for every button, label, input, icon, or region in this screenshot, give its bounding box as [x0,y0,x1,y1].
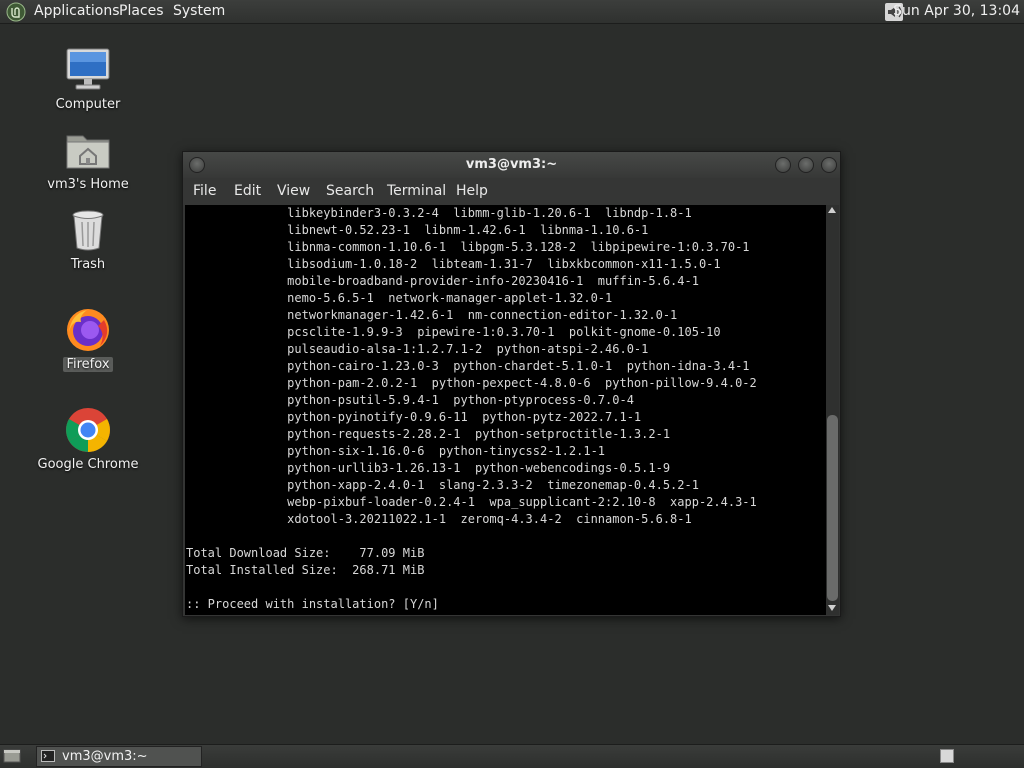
menu-edit[interactable]: Edit [234,183,261,199]
terminal-line: pcsclite-1.9.9-3 pipewire-1:0.3.70-1 pol… [186,325,721,339]
terminal-icon [41,750,55,762]
scrollbar-thumb[interactable] [827,415,838,601]
window-title: vm3@vm3:~ [465,157,558,172]
terminal-line: webp-pixbuf-loader-0.2.4-1 wpa_supplican… [186,495,757,509]
window-titlebar[interactable]: vm3@vm3:~ [183,152,840,178]
terminal-window[interactable]: vm3@vm3:~ File Edit View Search Terminal… [182,151,841,617]
terminal-line: networkmanager-1.42.6-1 nm-connection-ed… [186,308,678,322]
firefox-icon [67,309,109,351]
desktop-icon-label: Computer [55,97,121,112]
desktop-icon-home[interactable]: vm3's Home [33,126,143,192]
home-folder-icon [66,135,110,169]
applications-menu[interactable]: Applications [34,3,120,19]
desktop-icon-label: Trash [70,257,106,272]
menu-file[interactable]: File [193,183,216,199]
terminal-line: python-six-1.16.0-6 python-tinycss2-1.2.… [186,444,606,458]
menu-help[interactable]: Help [456,183,488,199]
scroll-up-arrow-icon[interactable] [828,207,836,213]
terminal-line: libsodium-1.0.18-2 libteam-1.31-7 libxkb… [186,257,721,271]
desktop-icon-trash[interactable]: Trash [33,206,143,272]
bottom-panel: vm3@vm3:~ [0,744,1024,768]
terminal-line: libnewt-0.52.23-1 libnm-1.42.6-1 libnma-… [186,223,649,237]
terminal-line: Total Download Size: 77.09 MiB [186,546,425,560]
maximize-button[interactable] [798,157,814,173]
terminal-line: xdotool-3.20211022.1-1 zeromq-4.3.4-2 ci… [186,512,692,526]
desktop-icon-label: Firefox [63,357,113,372]
close-button[interactable] [821,157,837,173]
mint-logo-icon[interactable] [6,2,26,22]
terminal-line: libnma-common-1.10.6-1 libpgm-5.3.128-2 … [186,240,750,254]
terminal-line: Total Installed Size: 268.71 MiB [186,563,425,577]
top-panel: Applications Places System Sun Apr 30, 1… [0,0,1024,24]
minimize-button[interactable] [775,157,791,173]
desktop-icon-firefox[interactable]: Firefox [33,306,143,372]
show-desktop-icon[interactable] [3,748,21,764]
computer-monitor-icon [66,48,110,90]
places-menu[interactable]: Places [119,3,164,19]
terminal-line: pulseaudio-alsa-1:1.2.7.1-2 python-atspi… [186,342,649,356]
menu-search[interactable]: Search [326,183,374,199]
terminal-line: nemo-5.6.5-1 network-manager-applet-1.32… [186,291,613,305]
desktop-icon-label: vm3's Home [47,177,129,192]
terminal-line: libkeybinder3-0.3.2-4 libmm-glib-1.20.6-… [186,206,692,220]
terminal-line: python-pyinotify-0.9.6-11 python-pytz-20… [186,410,642,424]
terminal-prompt-line: :: Proceed with installation? [Y/n] [186,597,439,611]
terminal-line: python-urllib3-1.26.13-1 python-webencod… [186,461,671,475]
chrome-icon [66,408,110,452]
terminal-line: python-requests-2.28.2-1 python-setproct… [186,427,671,441]
desktop-icon-chrome[interactable]: Google Chrome [33,406,143,472]
terminal-line: mobile-broadband-provider-info-20230416-… [186,274,699,288]
scroll-down-arrow-icon[interactable] [828,605,836,611]
desktop-icon-label: Google Chrome [37,457,139,472]
system-menu[interactable]: System [173,3,225,19]
trash-bin-icon [72,210,104,251]
taskbar-task-label: vm3@vm3:~ [62,749,148,764]
menu-view[interactable]: View [277,183,310,199]
terminal-line: python-cairo-1.23.0-3 python-chardet-5.1… [186,359,750,373]
clock[interactable]: Sun Apr 30, 13:04 [893,3,1020,19]
terminal-output[interactable]: libkeybinder3-0.3.2-4 libmm-glib-1.20.6-… [185,205,826,615]
terminal-lines: libkeybinder3-0.3.2-4 libmm-glib-1.20.6-… [186,205,757,613]
terminal-line: python-psutil-5.9.4-1 python-ptyprocess-… [186,393,634,407]
menu-terminal[interactable]: Terminal [387,183,446,199]
taskbar-button-terminal[interactable]: vm3@vm3:~ [36,746,202,767]
desktop-icon-computer[interactable]: Computer [33,46,143,112]
terminal-menubar: File Edit View Search Terminal Help [183,178,840,205]
terminal-scrollbar[interactable] [826,205,839,615]
terminal-line: python-pam-2.0.2-1 python-pexpect-4.8.0-… [186,376,757,390]
workspace-switcher-icon[interactable] [940,749,954,763]
terminal-line: python-xapp-2.4.0-1 slang-2.3.3-2 timezo… [186,478,699,492]
